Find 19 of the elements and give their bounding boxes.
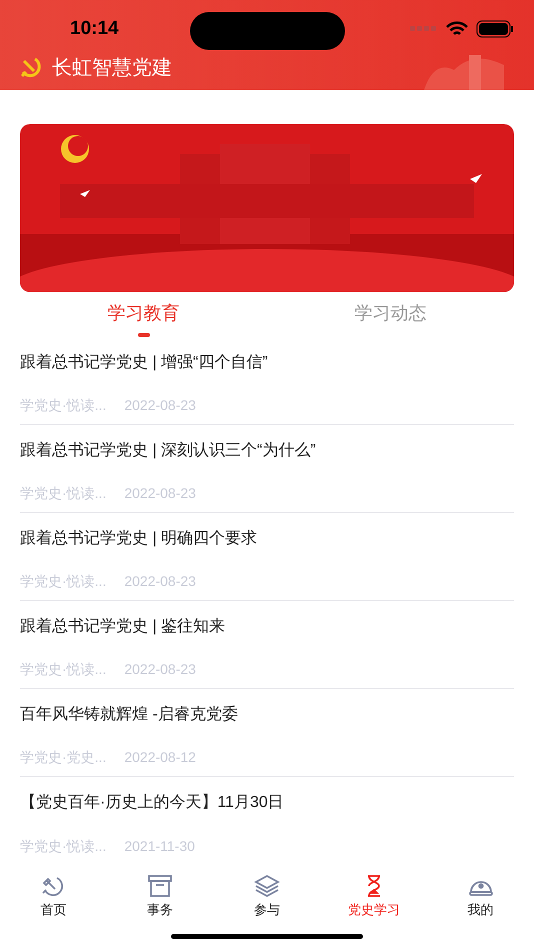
nav-tab[interactable]: 首页 — [0, 874, 107, 920]
nav-tab[interactable]: 党史学习 — [320, 874, 428, 920]
wifi-icon — [446, 21, 468, 37]
nav-tab[interactable]: 事务 — [106, 874, 214, 920]
app-title: 长虹智慧党建 — [52, 56, 172, 81]
signal-icon — [410, 26, 438, 32]
tab[interactable]: 学习教育 — [20, 300, 267, 337]
nav-tab[interactable]: 参与 — [214, 874, 320, 920]
battery-icon — [476, 20, 514, 38]
nav-tab[interactable]: 我的 — [427, 874, 534, 920]
article-title: 跟着总书记学党史 | 鉴往知来 — [20, 616, 226, 637]
article-title: 跟着总书记学党史 | 深刻认识三个“为什么” — [20, 440, 317, 461]
article-title: 跟着总书记学党史 | 明确四个要求 — [20, 528, 258, 549]
article-title: 跟着总书记学党史 | 增强“四个自信” — [20, 352, 269, 373]
article-title: 百年风华铸就辉煌 -启睿克党委 — [20, 704, 239, 725]
layers-icon — [252, 874, 281, 898]
status-time: 10:14 — [70, 16, 119, 41]
box-icon — [146, 874, 174, 898]
article-title: 【党史百年·历史上的今天】11月30日 — [20, 792, 285, 813]
